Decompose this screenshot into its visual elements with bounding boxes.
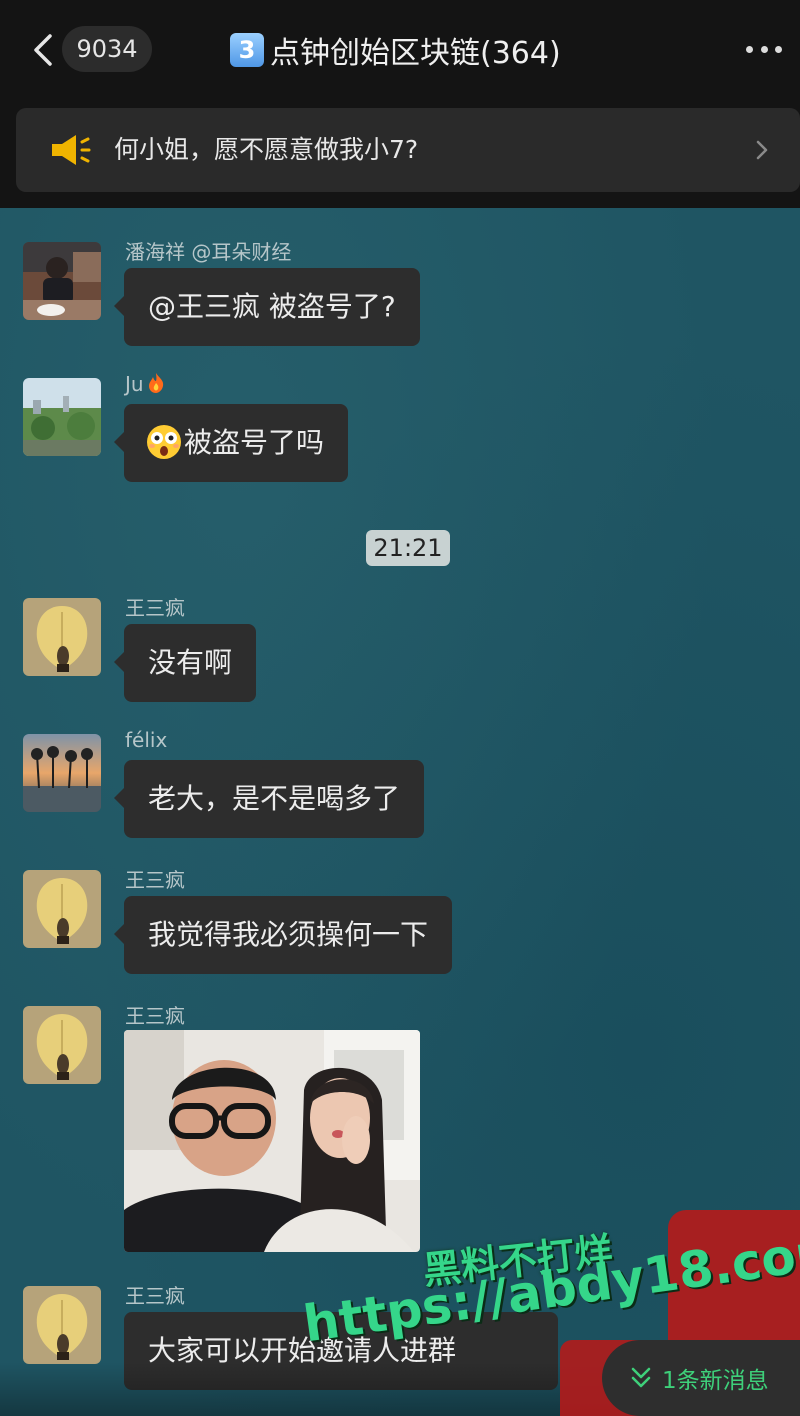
message-bubble[interactable]: 没有啊 bbox=[113, 624, 257, 702]
sender-name: Ju bbox=[125, 372, 166, 396]
sender-name: 王三疯 bbox=[125, 1284, 185, 1308]
group-number-badge: 3 bbox=[230, 33, 264, 67]
message-text: 被盗号了吗 bbox=[184, 426, 325, 459]
chat-header: 9034 3 点钟创始区块链(364) bbox=[0, 0, 800, 100]
timestamp-chip: 21:21 bbox=[366, 530, 450, 566]
message-bubble[interactable]: 被盗号了吗 bbox=[113, 404, 349, 482]
avatar[interactable] bbox=[23, 378, 101, 456]
sender-name: 王三疯 bbox=[125, 1004, 185, 1028]
unread-count-badge[interactable]: 9034 bbox=[62, 26, 152, 72]
sender-name: 王三疯 bbox=[125, 596, 185, 620]
group-title: 点钟创始区块链(364) bbox=[270, 36, 561, 71]
announcement-text: 何小姐，愿不愿意做我小7? bbox=[114, 135, 419, 164]
double-chevron-down-icon bbox=[631, 1367, 651, 1388]
avatar[interactable] bbox=[23, 734, 101, 812]
avatar[interactable] bbox=[23, 1006, 101, 1084]
sender-name-text: Ju bbox=[125, 372, 144, 396]
message-bubble[interactable]: @王三疯 被盗号了? bbox=[114, 268, 420, 346]
sender-name: 王三疯 bbox=[125, 868, 185, 892]
speaker-icon bbox=[52, 135, 91, 165]
more-options-icon[interactable] bbox=[746, 34, 782, 64]
back-arrow-icon[interactable] bbox=[30, 30, 58, 70]
avatar[interactable] bbox=[23, 870, 101, 948]
astonished-face-emoji-icon bbox=[147, 425, 181, 459]
chat-title: 3 点钟创始区块链(364) bbox=[230, 28, 561, 72]
message-bubble[interactable]: 我觉得我必须操何一下 bbox=[113, 896, 453, 974]
image-message[interactable] bbox=[124, 1030, 420, 1252]
message-bubble[interactable]: 老大，是不是喝多了 bbox=[113, 760, 425, 838]
announcement-bar[interactable]: 何小姐，愿不愿意做我小7? bbox=[16, 108, 800, 192]
new-message-button[interactable]: 1条新消息 bbox=[602, 1340, 800, 1416]
fire-icon bbox=[148, 373, 163, 393]
avatar[interactable] bbox=[23, 1286, 101, 1364]
sender-name: félix bbox=[125, 728, 168, 752]
sender-name: 潘海祥 @耳朵财经 bbox=[125, 240, 292, 264]
avatar[interactable] bbox=[23, 242, 101, 320]
announcement-area: 何小姐，愿不愿意做我小7? bbox=[0, 100, 800, 208]
avatar[interactable] bbox=[23, 598, 101, 676]
new-message-label: 1条新消息 bbox=[662, 1368, 769, 1394]
chevron-right-icon bbox=[756, 140, 768, 160]
